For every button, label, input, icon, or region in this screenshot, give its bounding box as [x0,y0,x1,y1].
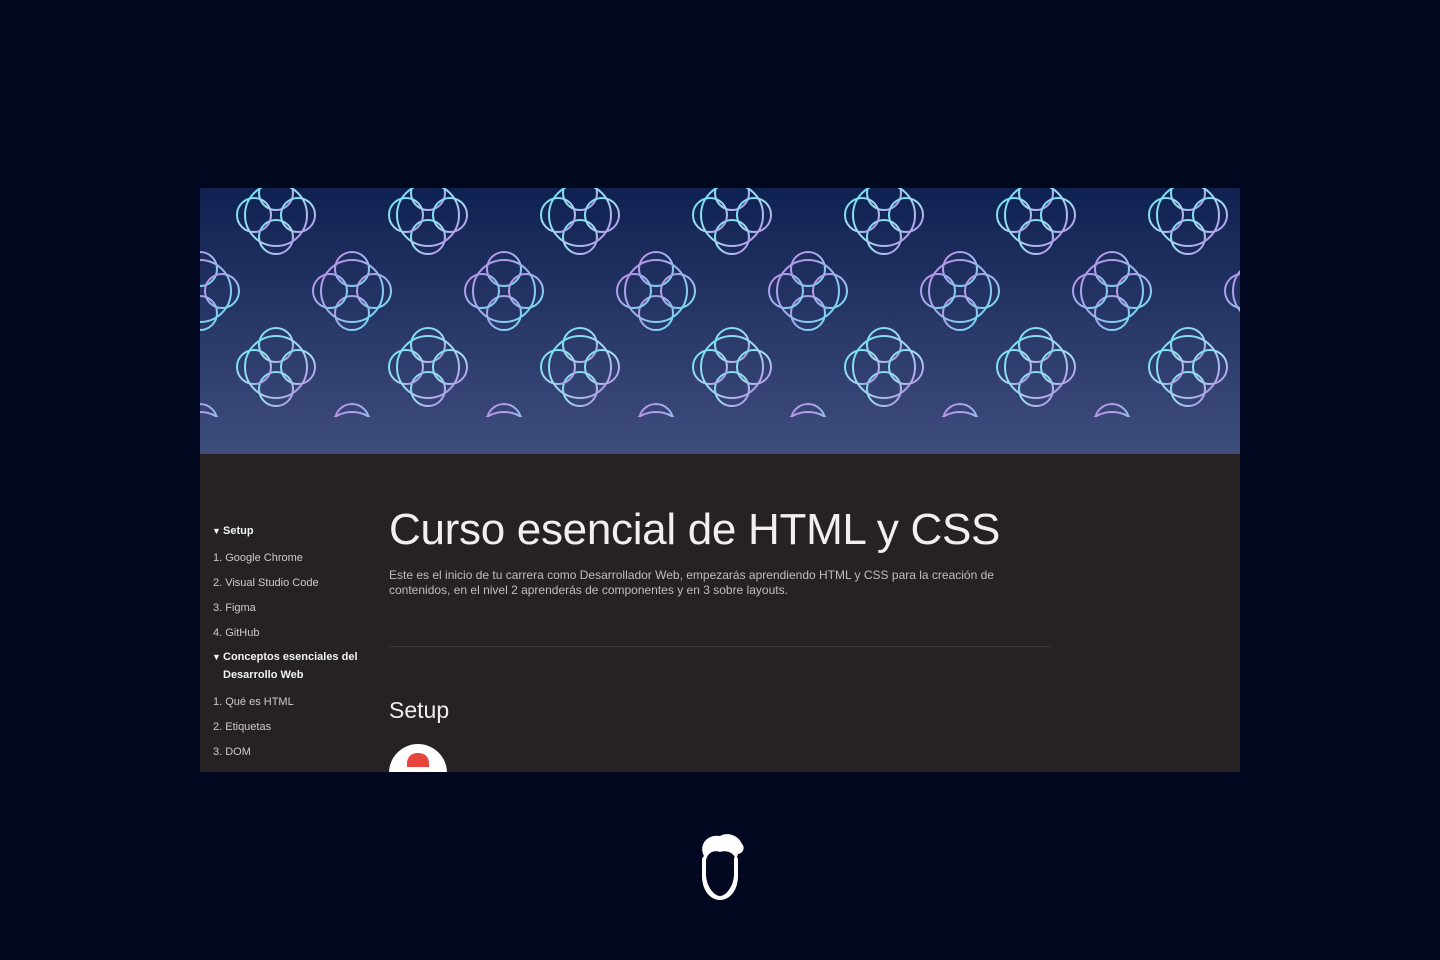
triangle-down-icon: ▼ [212,652,221,662]
sidebar-link-dom[interactable]: 3. DOM [212,740,372,765]
page-content: ▼ Setup 1. Google Chrome 2. Visual Studi… [200,454,1240,772]
triangle-down-icon: ▼ [212,526,221,536]
table-of-contents-sidebar: ▼ Setup 1. Google Chrome 2. Visual Studi… [212,522,372,765]
geometric-pattern-cover [200,188,1240,454]
sidebar-link-que-es-html[interactable]: 1. Qué es HTML [212,690,372,715]
toggle-label: Setup [223,525,254,537]
sidebar-link-figma[interactable]: 3. Figma [212,596,372,621]
toggle-setup[interactable]: ▼ Setup [212,522,372,540]
sidebar-link-github[interactable]: 4. GitHub [212,621,372,646]
page-description: Este es el inicio de tu carrera como Des… [389,568,994,597]
toggle-conceptos-esenciales[interactable]: ▼ Conceptos esenciales del Desarrollo We… [212,648,372,684]
toggle-label: Conceptos esenciales del Desarrollo Web [223,651,358,681]
sidebar-link-google-chrome[interactable]: 1. Google Chrome [212,546,372,571]
page-title: Curso esencial de HTML y CSS [389,505,1001,554]
bearded-man-logo-icon [690,830,750,902]
google-chrome-icon[interactable] [389,744,447,772]
divider [389,646,1051,647]
chrome-red-segment [407,753,429,767]
section-heading-setup: Setup [389,697,450,723]
main-column: Curso esencial de HTML y CSS Este es el … [389,500,1059,725]
sidebar-link-etiquetas[interactable]: 2. Etiquetas [212,715,372,740]
cover-banner [200,188,1240,454]
sidebar-link-visual-studio-code[interactable]: 2. Visual Studio Code [212,571,372,596]
page-window: ▼ Setup 1. Google Chrome 2. Visual Studi… [200,188,1240,772]
